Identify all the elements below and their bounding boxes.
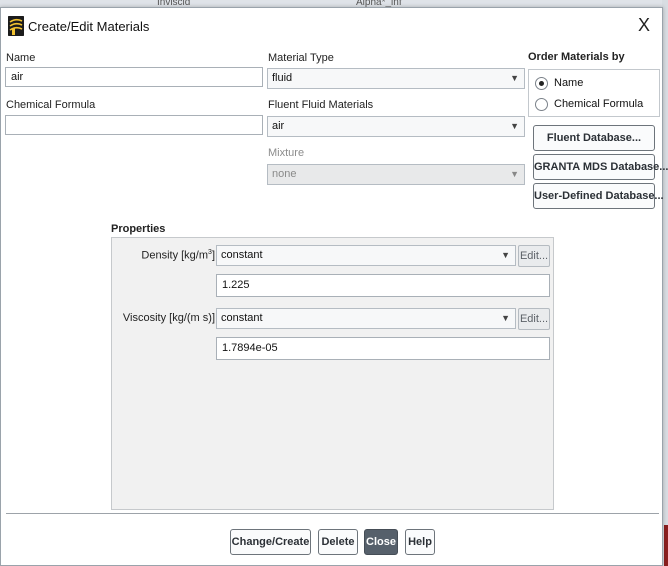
close-button[interactable]: Close <box>364 529 398 555</box>
order-by-name-radio[interactable] <box>535 76 548 90</box>
close-icon[interactable]: X <box>638 16 650 34</box>
user-defined-database-button[interactable]: User-Defined Database... <box>533 183 664 209</box>
fluent-fluid-materials-label: Fluent Fluid Materials <box>268 99 374 111</box>
order-by-name-option[interactable]: Name <box>535 75 583 91</box>
fluent-app-icon <box>8 16 24 36</box>
create-edit-materials-dialog: Create/Edit Materials X Name air Chemica… <box>0 7 668 566</box>
density-label: Density [kg/m3] <box>141 249 215 262</box>
granta-mds-database-button[interactable]: GRANTA MDS Database... <box>533 154 668 180</box>
density-method-select[interactable]: constant ▼ <box>216 245 516 266</box>
order-materials-by-group: Name Chemical Formula <box>528 69 660 117</box>
mixture-value: none <box>272 168 297 180</box>
material-type-value: fluid <box>272 72 293 84</box>
order-by-chemical-formula-radio[interactable] <box>535 97 548 111</box>
chevron-down-icon: ▼ <box>501 313 510 323</box>
viscosity-edit-button[interactable]: Edit... <box>518 308 550 330</box>
fluent-fluid-materials-value: air <box>272 120 285 132</box>
viscosity-method-value: constant <box>221 312 263 324</box>
name-label: Name <box>6 52 36 64</box>
help-button[interactable]: Help <box>405 529 435 555</box>
delete-button[interactable]: Delete <box>318 529 358 555</box>
chevron-down-icon: ▼ <box>510 73 519 83</box>
density-method-value: constant <box>221 249 263 261</box>
material-type-select[interactable]: fluid ▼ <box>267 68 525 89</box>
footer-divider <box>6 513 659 514</box>
order-by-chemical-formula-label: Chemical Formula <box>554 98 644 110</box>
dialog-title: Create/Edit Materials <box>28 19 150 34</box>
order-materials-by-label: Order Materials by <box>528 51 625 63</box>
properties-title: Properties <box>111 223 166 235</box>
viscosity-value-input[interactable]: 1.7894e-05 <box>216 337 550 360</box>
density-edit-button[interactable]: Edit... <box>518 245 550 267</box>
material-type-label: Material Type <box>268 52 334 64</box>
name-input[interactable]: air <box>5 67 263 87</box>
fluent-database-button[interactable]: Fluent Database... <box>533 125 655 151</box>
chevron-down-icon: ▼ <box>510 169 519 179</box>
order-by-chemical-formula-option[interactable]: Chemical Formula <box>535 96 643 112</box>
viscosity-label: Viscosity [kg/(m s)] <box>122 312 215 324</box>
order-by-name-label: Name <box>554 77 584 89</box>
chevron-down-icon: ▼ <box>510 121 519 131</box>
change-create-button[interactable]: Change/Create <box>230 529 311 555</box>
density-value-input[interactable]: 1.225 <box>216 274 550 297</box>
chemical-formula-label: Chemical Formula <box>6 99 96 111</box>
mixture-label: Mixture <box>268 147 305 159</box>
fluent-fluid-materials-select[interactable]: air ▼ <box>267 116 525 137</box>
mixture-select: none ▼ <box>267 164 525 185</box>
chevron-down-icon: ▼ <box>501 250 510 260</box>
viscosity-method-select[interactable]: constant ▼ <box>216 308 516 329</box>
chemical-formula-input[interactable] <box>5 115 263 135</box>
background-accent <box>664 525 668 566</box>
dialog-titlebar[interactable]: Create/Edit Materials X <box>1 8 662 44</box>
